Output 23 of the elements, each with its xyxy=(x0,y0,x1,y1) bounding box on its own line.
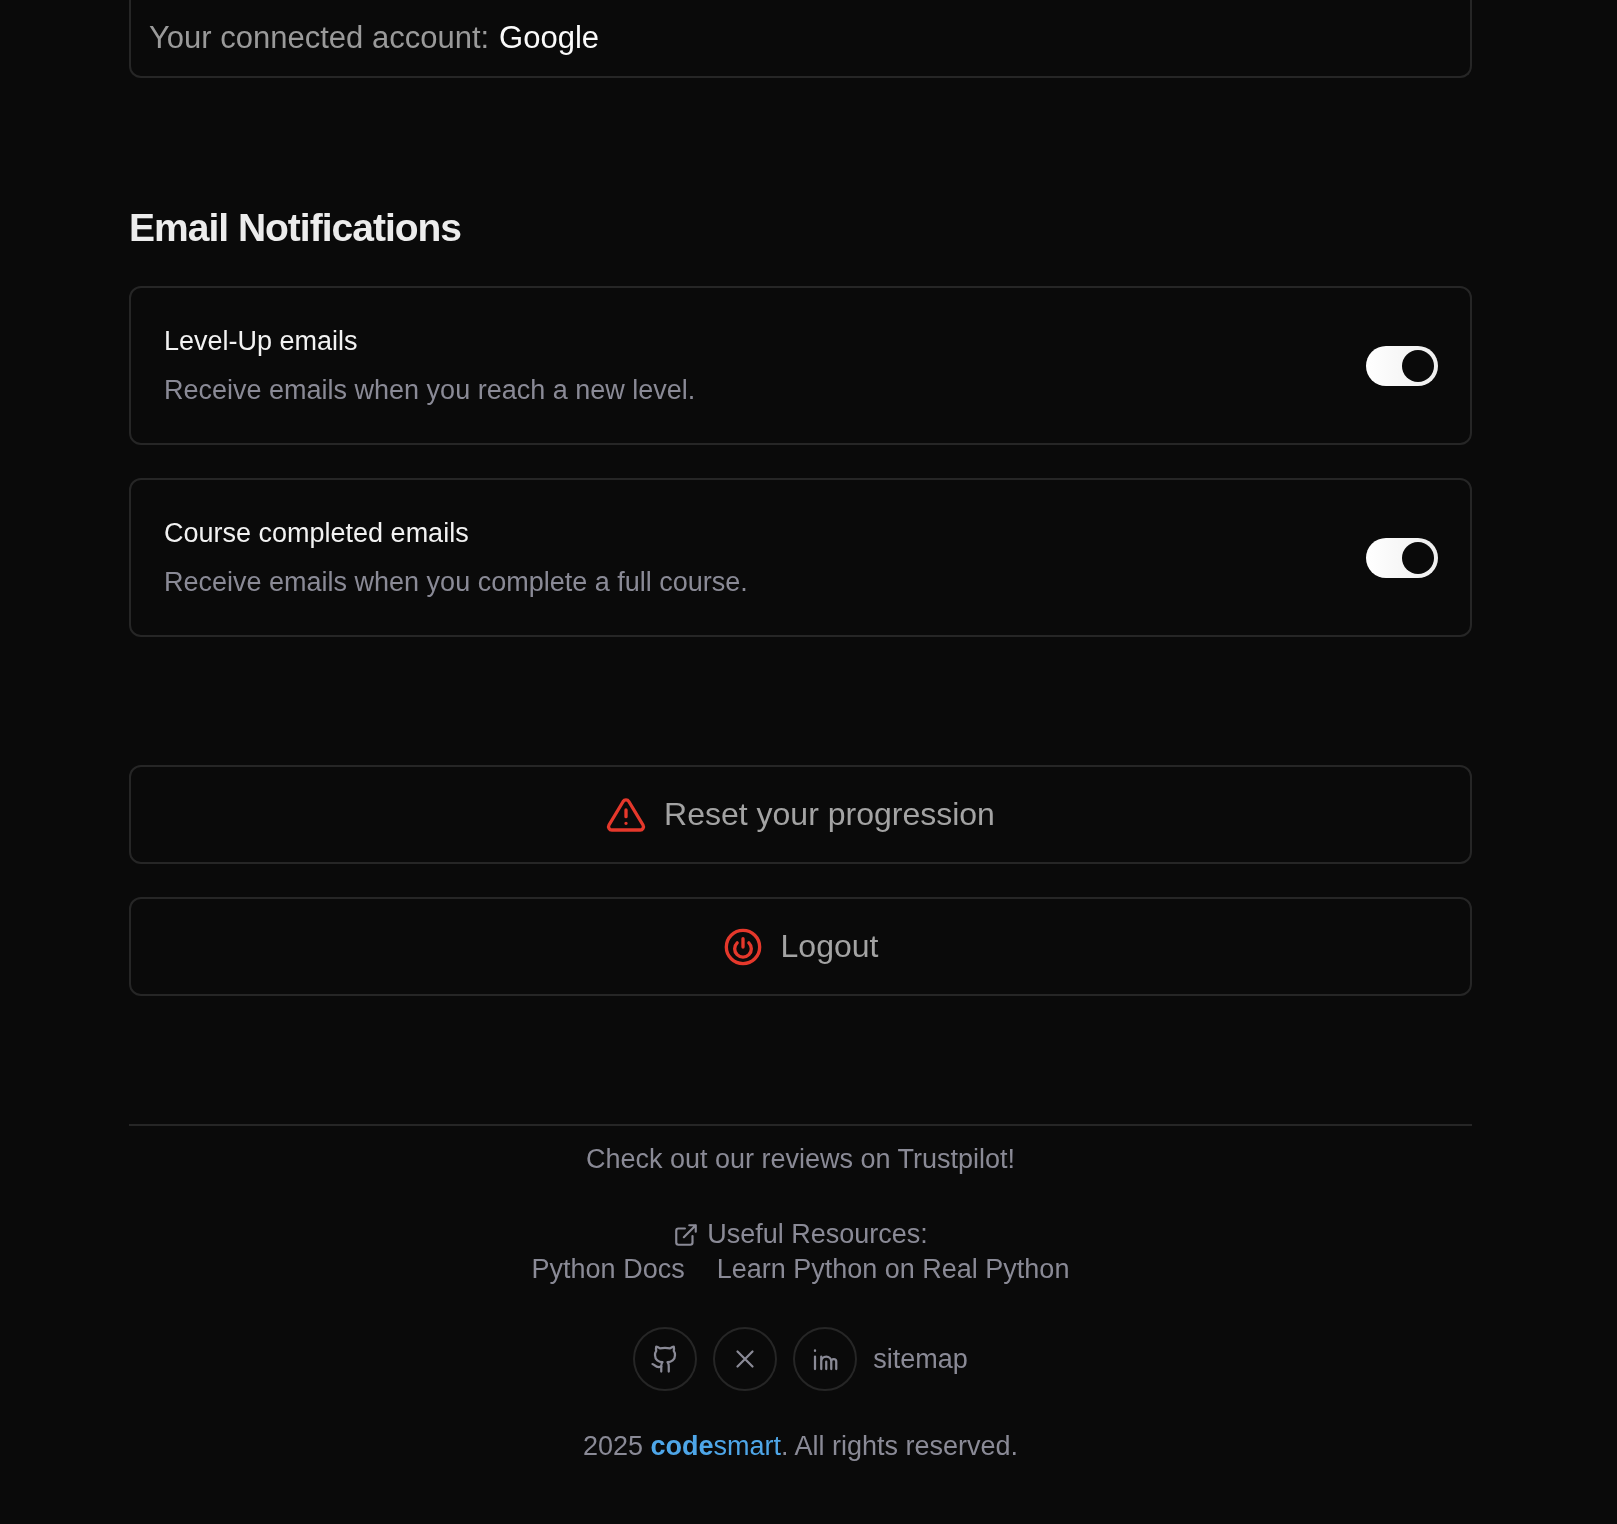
connected-account-value: Google xyxy=(499,20,600,56)
section-title: Email Notifications xyxy=(129,206,463,250)
brand-link[interactable]: codesmart xyxy=(650,1431,781,1461)
connected-account-label: Your connected account: xyxy=(149,20,490,56)
trustpilot-link[interactable]: Check out our reviews on Trustpilot! xyxy=(585,1144,1016,1175)
social-button[interactable] xyxy=(713,1327,778,1391)
notification-title: Level-Up emails xyxy=(164,325,359,357)
resource-link[interactable]: Learn Python on Real Python xyxy=(716,1254,1070,1285)
resource-link[interactable]: Python Docs xyxy=(531,1254,685,1285)
toggle-switch[interactable] xyxy=(1366,537,1438,578)
sitemap-link[interactable]: sitemap xyxy=(873,1343,968,1375)
external-link-icon xyxy=(673,1221,700,1248)
notification-description: Receive emails when you complete a full course. xyxy=(164,566,748,598)
resources-heading: Useful Resources: xyxy=(707,1219,928,1250)
reset-button[interactable]: Reset your progression xyxy=(129,765,1472,864)
notification-description: Receive emails when you reach a new level. xyxy=(164,374,696,406)
social-button[interactable] xyxy=(633,1327,698,1391)
social-button[interactable] xyxy=(793,1327,858,1391)
logout-button[interactable]: Logout xyxy=(129,897,1472,996)
copyright-text: 2025 codesmart. All rights reserved. xyxy=(582,1431,1019,1462)
power-icon xyxy=(722,926,763,967)
toggle-switch[interactable] xyxy=(1366,345,1438,386)
notification-title: Course completed emails xyxy=(164,517,470,549)
